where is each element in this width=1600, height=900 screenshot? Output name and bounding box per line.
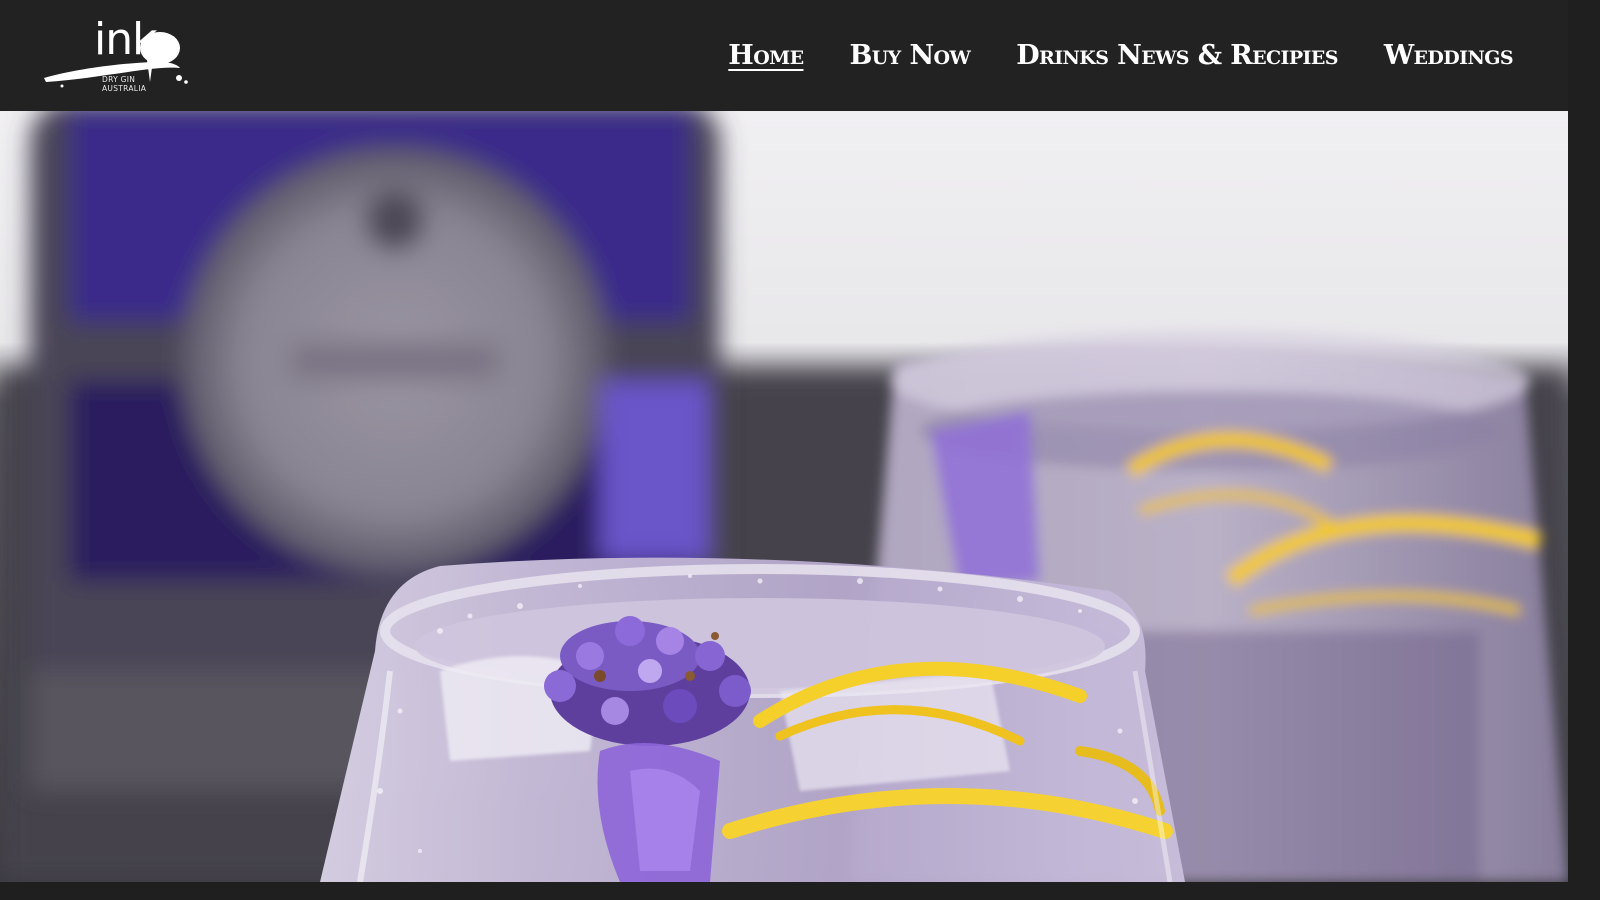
nav-weddings[interactable]: Weddings: [1384, 40, 1514, 71]
page: ink Dry Gin Australia Home Buy Now Drink…: [0, 0, 1568, 882]
nav-home[interactable]: Home: [728, 40, 804, 71]
hero-image: [0, 111, 1568, 882]
brand-wordmark: ink: [94, 14, 158, 65]
brand-tagline-line2: Australia: [102, 84, 147, 93]
gin-cocktail-photo: [0, 111, 1568, 882]
site-header: ink Dry Gin Australia Home Buy Now Drink…: [0, 0, 1568, 111]
nav-buy-now[interactable]: Buy Now: [849, 40, 970, 71]
brand-tagline: Dry Gin Australia: [102, 75, 146, 93]
brand-tagline-line1: Dry Gin: [102, 75, 136, 84]
logo-link[interactable]: ink Dry Gin Australia: [42, 14, 192, 100]
nav-drinks-news-recipes[interactable]: Drinks News & Recipies: [1016, 40, 1338, 71]
main-nav: Home Buy Now Drinks News & Recipies Wedd…: [728, 0, 1513, 111]
